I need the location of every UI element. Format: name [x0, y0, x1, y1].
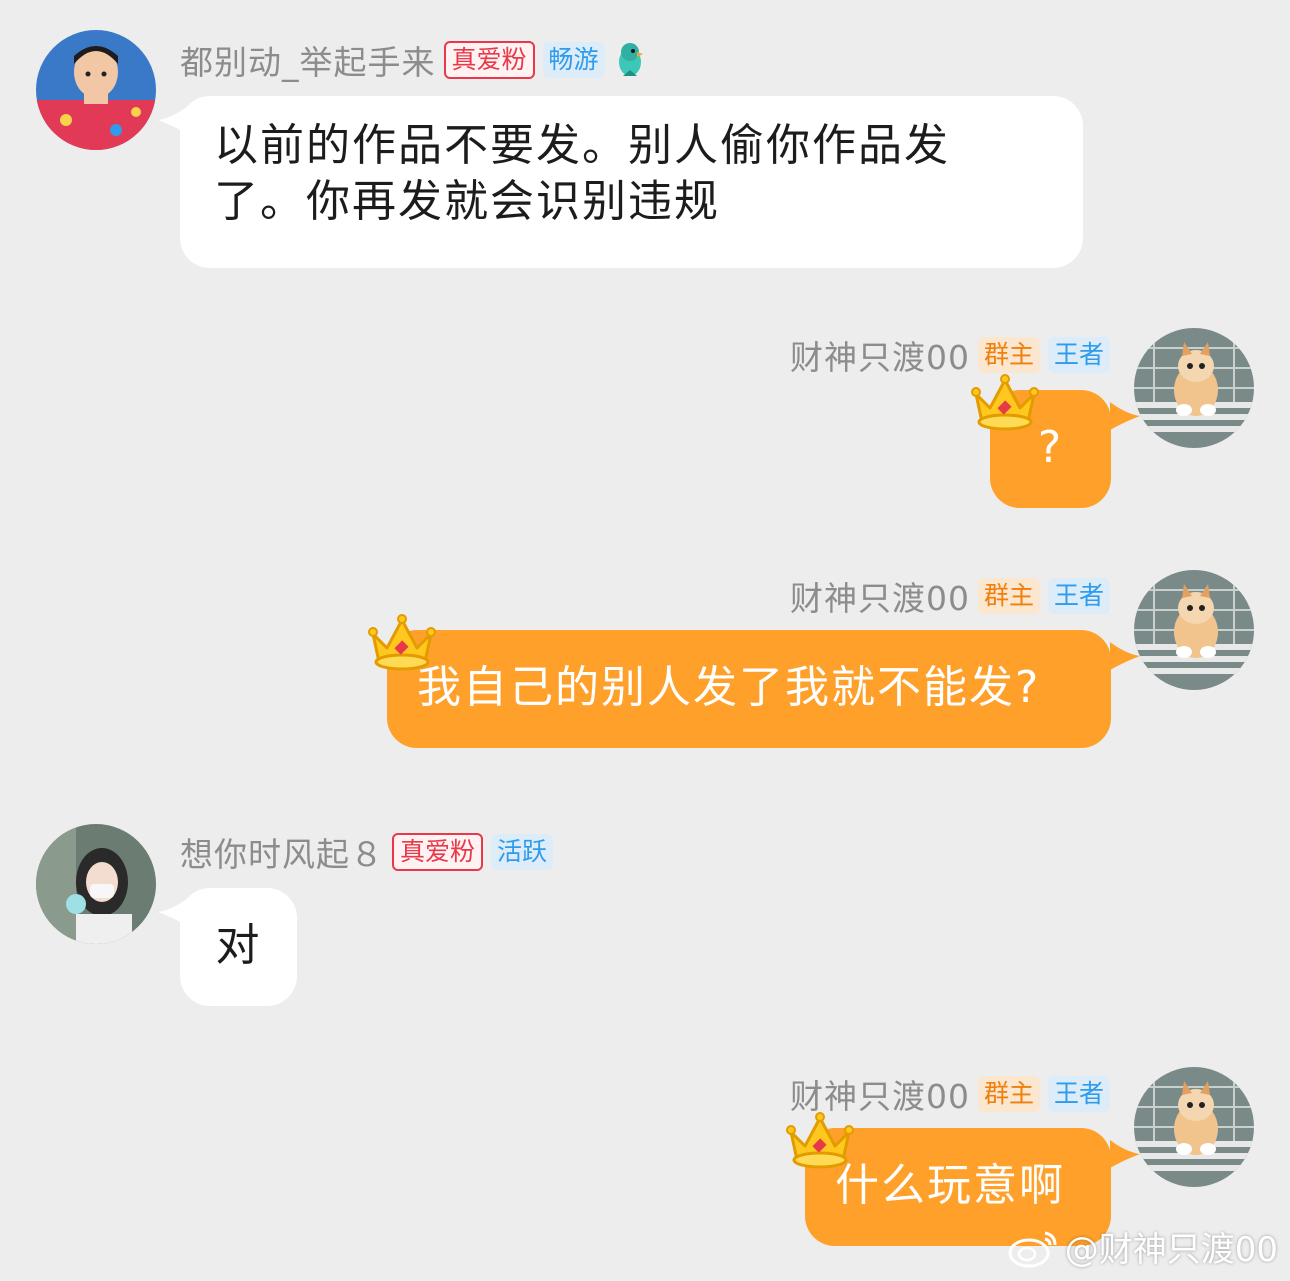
message-text: 对 — [215, 920, 262, 971]
sender-meta: 都别动_举起手来 真爱粉 畅游 — [180, 40, 647, 82]
message-bubble[interactable]: 以前的作品不要发。别人偷你作品发 了。你再发就会识别违规 — [180, 96, 1083, 268]
sender-meta: 财神只渡00 群主 王者 — [790, 576, 1110, 618]
message-text-line: 了。你再发就会识别违规 — [214, 176, 720, 227]
owner-badge: 群主 — [977, 337, 1040, 373]
bubble-tail — [1110, 1138, 1140, 1168]
weibo-icon — [1008, 1231, 1057, 1267]
level-badge: 畅游 — [542, 42, 605, 78]
sender-name[interactable]: 财神只渡00 — [790, 331, 970, 379]
person-avatar-icon — [36, 30, 156, 150]
avatar[interactable] — [36, 30, 156, 150]
parrot-icon — [618, 43, 643, 76]
crown-icon — [365, 612, 439, 674]
message-text: 什么玩意啊 — [835, 1160, 1065, 1211]
level-badge: 王者 — [1047, 1076, 1110, 1112]
message-bubble[interactable]: 我自己的别人发了我就不能发? — [387, 630, 1111, 748]
bubble-tail — [1110, 640, 1140, 670]
sender-name[interactable]: 都别动_举起手来 — [180, 36, 436, 84]
crown-icon — [968, 372, 1042, 434]
cat-avatar-icon — [1134, 1067, 1254, 1187]
sender-meta: 财神只渡00 群主 王者 — [790, 1074, 1110, 1116]
sender-name[interactable]: 财神只渡00 — [790, 572, 970, 620]
sender-meta: 财神只渡00 群主 王者 — [790, 335, 1110, 377]
avatar[interactable] — [1134, 570, 1254, 690]
avatar[interactable] — [1134, 328, 1254, 448]
message-bubble[interactable]: 对 — [180, 888, 297, 1006]
message-text: 我自己的别人发了我就不能发? — [417, 662, 1041, 713]
sender-name[interactable]: 想你时风起８ — [180, 828, 384, 876]
fan-badge: 真爱粉 — [443, 41, 535, 79]
sender-meta: 想你时风起８ 真爱粉 活跃 — [180, 832, 554, 874]
level-badge: 活跃 — [491, 834, 554, 870]
fan-badge: 真爱粉 — [392, 833, 484, 871]
avatar[interactable] — [36, 824, 156, 944]
message-text-line: 以前的作品不要发。别人偷你作品发 — [214, 120, 950, 171]
watermark: @财神只渡00 — [1007, 1222, 1278, 1271]
person-avatar-icon — [36, 824, 156, 944]
bubble-tail — [1110, 400, 1140, 430]
watermark-text: @财神只渡00 — [1064, 1230, 1278, 1270]
level-badge: 王者 — [1047, 578, 1110, 614]
cat-avatar-icon — [1134, 328, 1254, 448]
owner-badge: 群主 — [977, 578, 1040, 614]
crown-icon — [783, 1110, 857, 1172]
avatar[interactable] — [1134, 1067, 1254, 1187]
level-badge: 王者 — [1047, 337, 1110, 373]
owner-badge: 群主 — [977, 1076, 1040, 1112]
cat-avatar-icon — [1134, 570, 1254, 690]
